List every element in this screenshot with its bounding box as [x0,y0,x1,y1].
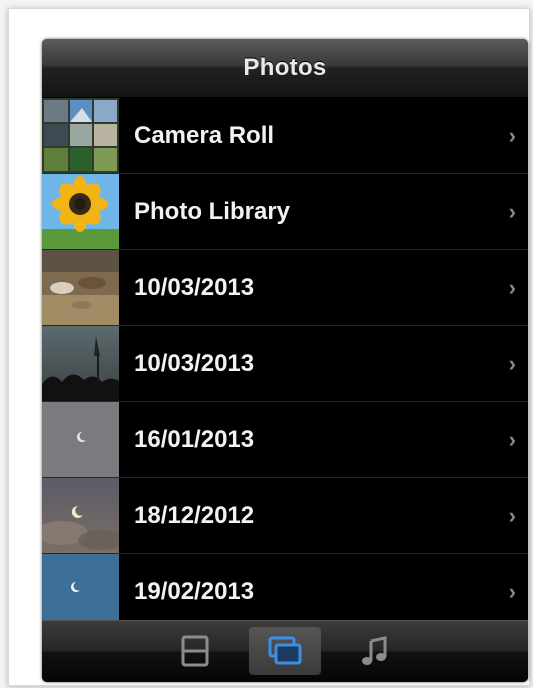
chevron-right-icon: › [508,578,516,604]
moon-blue-sky-thumbnail [42,554,119,621]
tab-music[interactable] [339,627,411,675]
album-row-photo-library[interactable]: Photo Library › [42,174,528,250]
animals-on-ground-thumbnail [42,250,119,325]
camera-roll-thumbnail [42,98,119,173]
album-label: Photo Library [134,197,291,225]
page-title: Photos [243,54,327,81]
album-label: 10/03/2013 [134,349,255,377]
album-row-10-03-2013[interactable]: 10/03/2013 › [42,250,528,326]
album-label: 10/03/2013 [134,273,255,301]
tab-photos[interactable] [249,627,321,675]
album-row-19-02-2013[interactable]: 19/02/2013 › [42,554,528,621]
device-screen: Photos Camera Roll › Photo Library › 10/… [42,39,528,682]
photos-icon [268,636,302,665]
dusk-trees-thumbnail [42,326,119,401]
album-label: 16/01/2013 [134,425,255,453]
album-row-camera-roll[interactable]: Camera Roll › [42,98,528,174]
album-row-10-03-2013-second[interactable]: 10/03/2013 › [42,326,528,402]
film-strip-icon [181,635,209,667]
chevron-right-icon: › [508,502,516,528]
album-row-16-01-2013[interactable]: 16/01/2013 › [42,402,528,478]
sunflower-thumbnail [42,174,119,249]
chevron-right-icon: › [508,122,516,148]
chevron-right-icon: › [508,274,516,300]
album-row-18-12-2012[interactable]: 18/12/2012 › [42,478,528,554]
album-list: Camera Roll › Photo Library › 10/03/2013… [42,98,528,621]
tab-bar [42,620,528,682]
album-label: 19/02/2013 [134,577,255,605]
album-label: 18/12/2012 [134,501,255,529]
moon-grey-sky-thumbnail [42,402,119,477]
moon-cloudy-sky-thumbnail [42,478,119,553]
screenshot-frame: Photos Camera Roll › Photo Library › 10/… [8,8,530,686]
chevron-right-icon: › [508,350,516,376]
navigation-bar: Photos [42,39,528,98]
chevron-right-icon: › [508,426,516,452]
album-label: Camera Roll [134,121,275,149]
music-note-icon [362,636,387,665]
tab-film-strip[interactable] [159,627,231,675]
chevron-right-icon: › [508,198,516,224]
